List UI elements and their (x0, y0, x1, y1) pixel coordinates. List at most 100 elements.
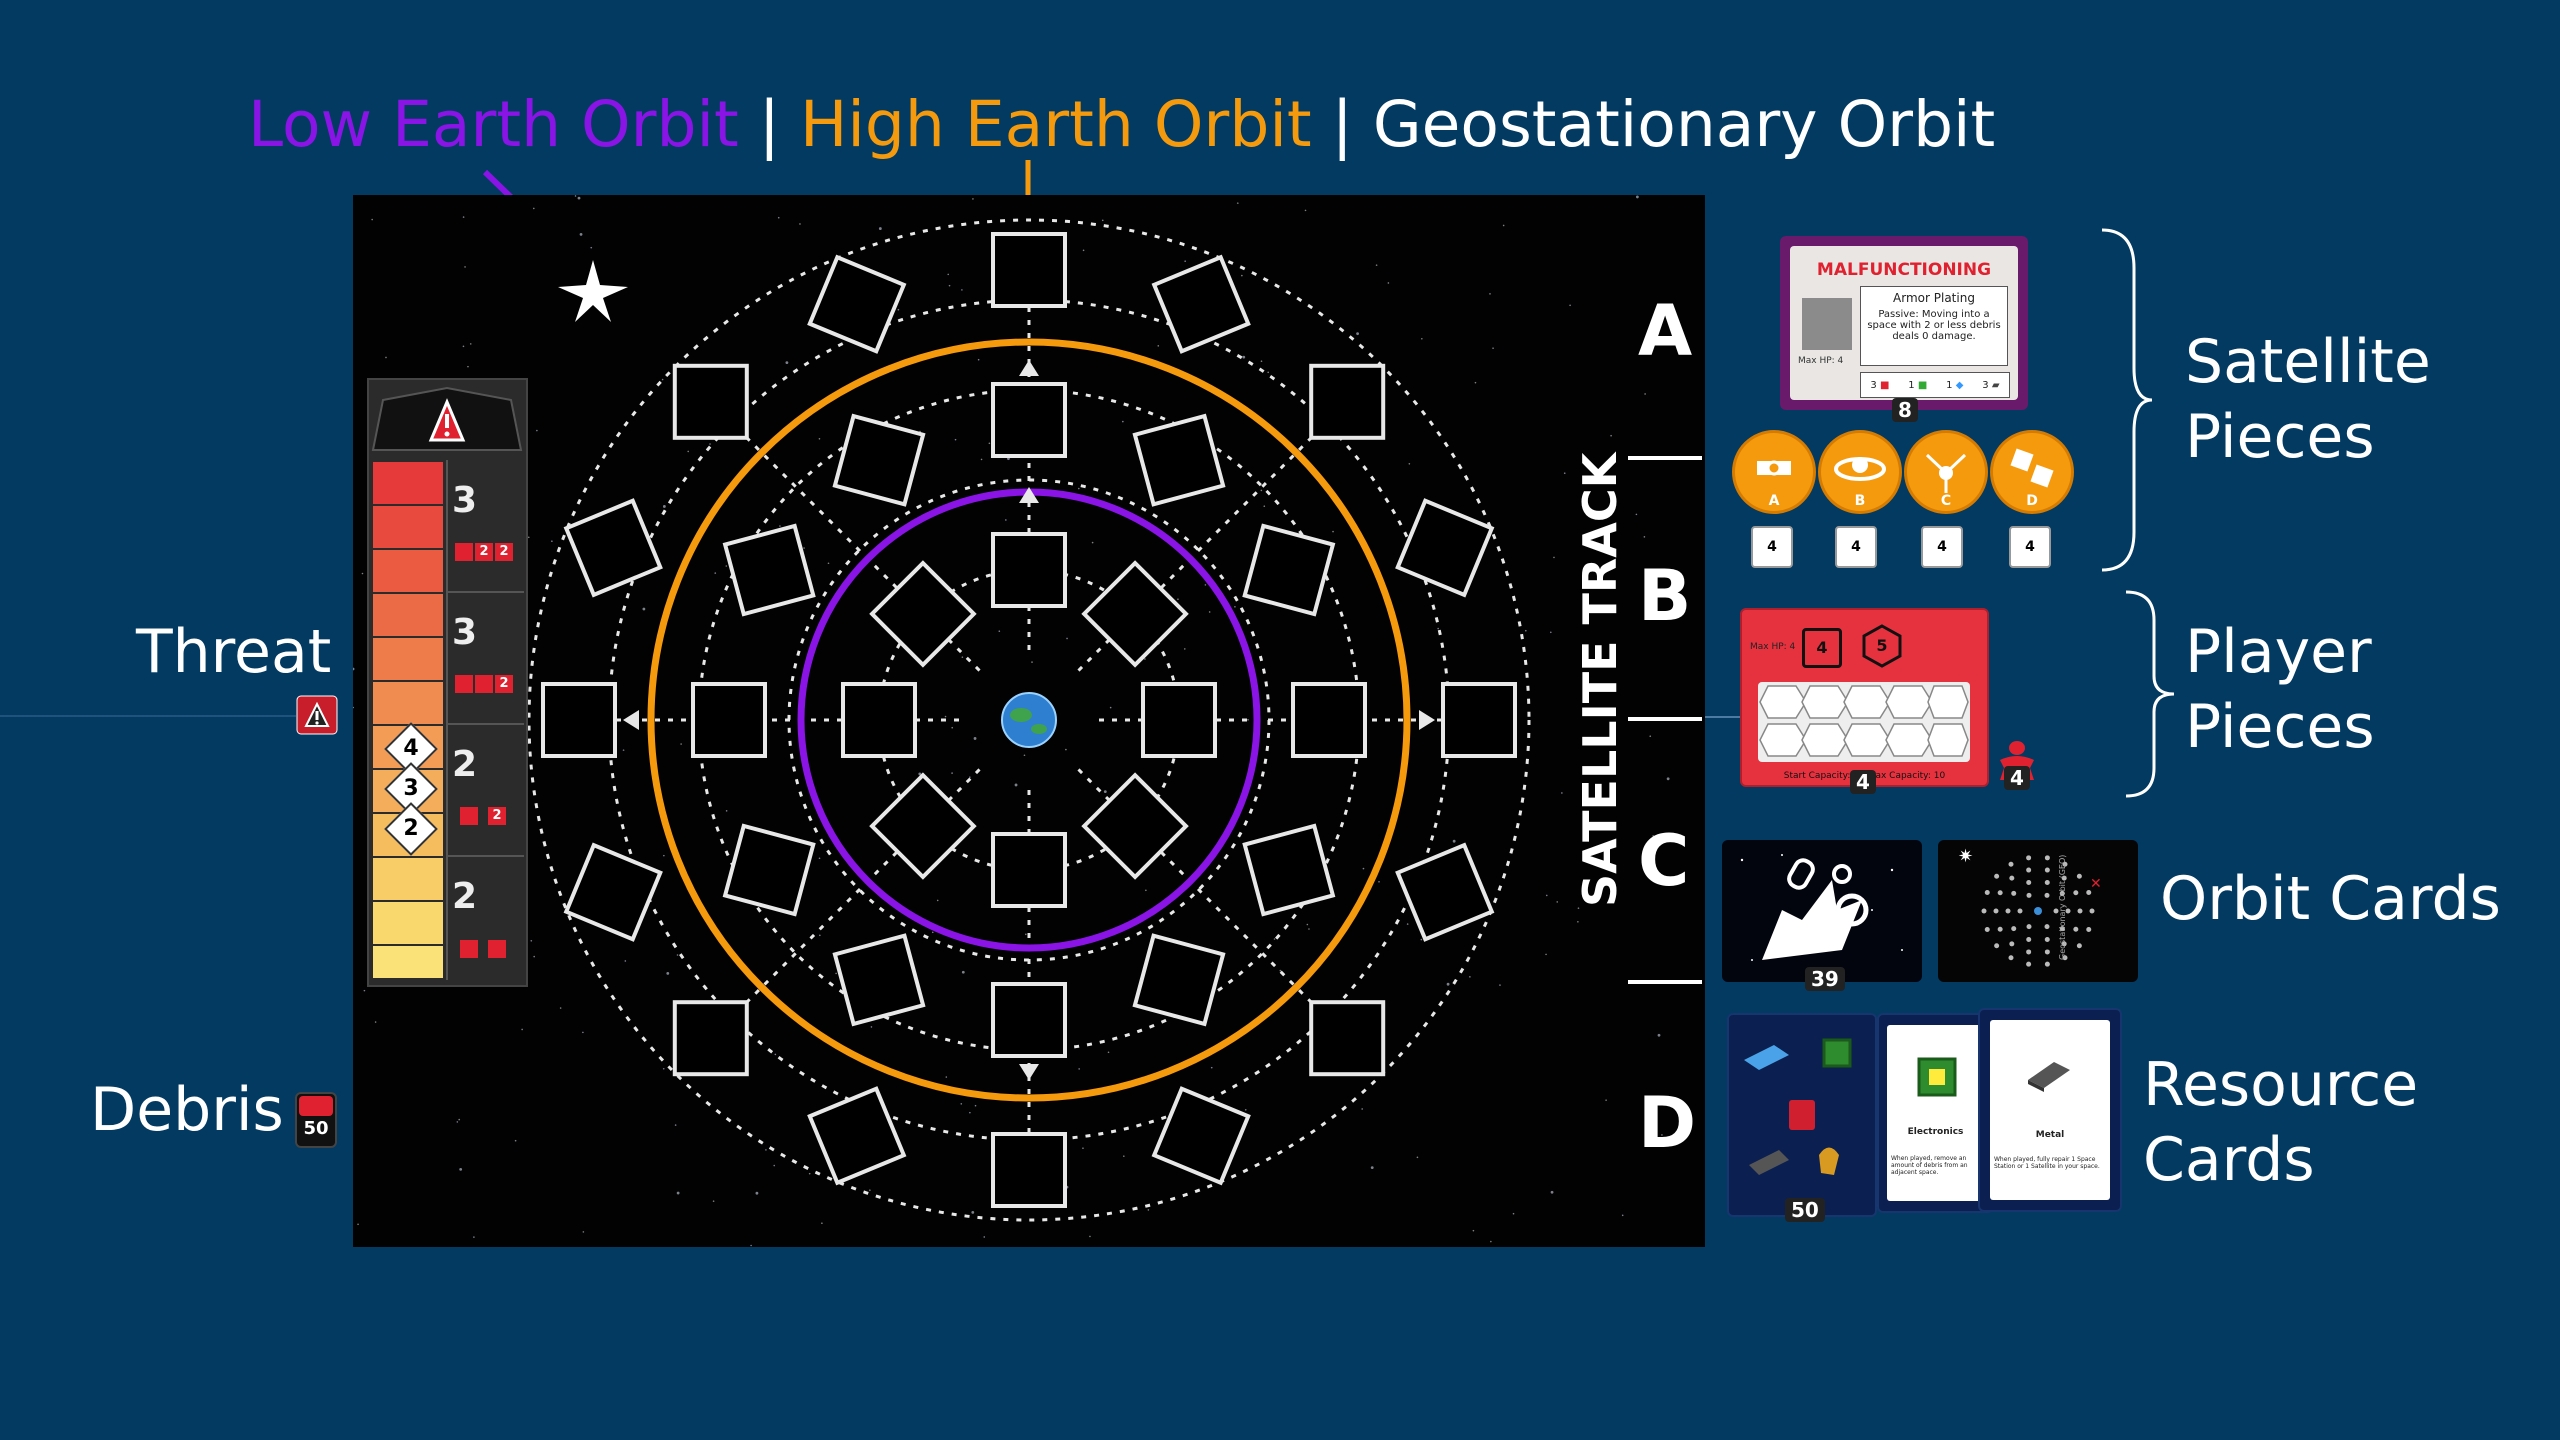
orbit-space (991, 1132, 1067, 1208)
debris-label: Debris (90, 1075, 284, 1145)
star (1621, 1214, 1624, 1217)
orbit-dot (2026, 961, 2032, 967)
star (1304, 209, 1307, 212)
orbit-card-front: ✷ ✕ Geostationary Orbit (GEO) (1938, 840, 2138, 982)
player-pieces-label-line2: Pieces (2185, 692, 2375, 762)
star (827, 562, 830, 565)
orbit-space (807, 254, 907, 354)
track-connector (1705, 716, 1745, 718)
orbit-dot (2077, 908, 2083, 914)
orbit-space (991, 232, 1067, 308)
direction-arrow (1019, 360, 1039, 376)
star (1408, 462, 1411, 465)
star (755, 1191, 759, 1195)
game-board: SATELLITE TRACK (353, 195, 1705, 1247)
star (353, 667, 355, 671)
starburst-icon (558, 260, 628, 322)
threat-cube (455, 543, 473, 561)
threat-cube: 2 (495, 543, 513, 561)
player-pieces-label: Player Pieces (2185, 615, 2375, 765)
orbit-dot (1993, 908, 1999, 914)
star (1267, 371, 1269, 374)
star (1577, 907, 1580, 909)
star (980, 458, 983, 461)
star (521, 1028, 523, 1031)
earth-icon (1001, 692, 1057, 748)
star (536, 429, 538, 432)
star (799, 223, 801, 225)
star (944, 715, 947, 718)
threat-cube: 2 (488, 807, 506, 825)
star (456, 1121, 459, 1123)
debris-cube-icon (299, 1096, 333, 1116)
star (662, 505, 666, 508)
satellite-token-d: D (1990, 430, 2074, 514)
star (687, 450, 690, 453)
orbit-card-diagram: ✷ ✕ (1958, 846, 2102, 967)
star (951, 772, 953, 774)
star (361, 572, 364, 575)
satellite-card: MALFUNCTIONING Max HP: 4 Armor Plating P… (1780, 236, 2028, 410)
orbit-dot (1994, 943, 2000, 949)
orbit-dot (2026, 855, 2032, 861)
token-count: 4 (1751, 526, 1793, 568)
star (1109, 706, 1112, 709)
satellite-token-c: C (1904, 430, 1988, 514)
star (1421, 337, 1423, 340)
satellite-card-costs: 3 ■ 1 ■ 1 ◆ 3 ▰ (1860, 372, 2010, 398)
orbit-dot (2017, 908, 2023, 914)
satellite-card-image (1802, 298, 1852, 350)
orbit-space (1291, 682, 1367, 758)
orbit-diagram (353, 195, 1670, 1247)
star (1635, 195, 1639, 199)
star (1145, 889, 1147, 892)
star (1123, 1155, 1125, 1157)
star (464, 266, 466, 268)
star (1420, 938, 1423, 941)
orbit-card-back (1722, 840, 1922, 982)
star (590, 246, 593, 249)
orbit-card-count: 39 (1805, 967, 1845, 991)
track-divider (1628, 717, 1702, 721)
star (469, 343, 472, 345)
threat-value: 3 (452, 612, 478, 653)
solar-panel-icon (1744, 1045, 1789, 1070)
star (1406, 923, 1409, 925)
star (1644, 393, 1646, 395)
orbit-space (832, 933, 926, 1027)
star (765, 1149, 767, 1151)
star (1577, 920, 1579, 923)
star (1208, 611, 1211, 613)
orbit-dot (2008, 955, 2014, 961)
star (663, 854, 665, 857)
star (1107, 1051, 1110, 1054)
track-letter-a: A (1638, 290, 1693, 372)
cost-value: 1 (1946, 379, 1953, 391)
star (1452, 839, 1456, 843)
star (1260, 489, 1263, 492)
star (582, 1031, 584, 1034)
star (821, 1222, 823, 1225)
star (1144, 658, 1146, 660)
threat-cube: 2 (475, 543, 493, 561)
star (774, 1053, 777, 1056)
orbit-dot (1997, 890, 2003, 896)
star (1005, 519, 1007, 521)
track-divider (1628, 456, 1702, 460)
star (1101, 219, 1104, 222)
orbit-space (541, 682, 617, 758)
orbit-dot (1994, 873, 2000, 879)
star (674, 1124, 677, 1126)
star (936, 899, 939, 902)
token-letter: A (1768, 493, 1780, 509)
star (1643, 536, 1646, 538)
star (960, 1103, 963, 1105)
star (1561, 792, 1563, 794)
orbit-space (691, 682, 767, 758)
star (1666, 777, 1670, 781)
metal-icon (1749, 1150, 1789, 1175)
star (1569, 304, 1571, 307)
orbit-space (1132, 413, 1226, 507)
star (1502, 224, 1505, 227)
star (969, 1111, 971, 1114)
